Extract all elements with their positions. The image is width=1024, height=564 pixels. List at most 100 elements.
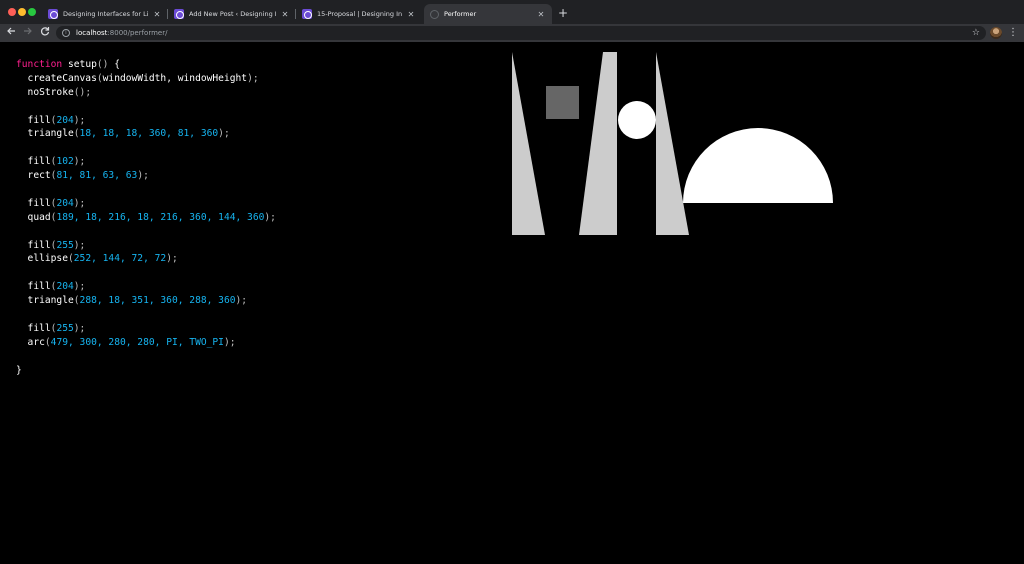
code-token: ); (73, 322, 86, 334)
code-line: arc(479, 300, 280, 280, PI, TWO_PI); (16, 336, 276, 350)
code-token: (); (73, 86, 92, 98)
code-token: noStroke (16, 86, 74, 98)
code-line: fill(204); (16, 114, 276, 128)
code-line: function setup() { (16, 58, 276, 72)
close-tab-icon[interactable]: ✕ (280, 10, 290, 19)
code-token: fill (16, 281, 51, 293)
code-token: () (96, 59, 109, 70)
url-text[interactable]: localhost:8000/performer/ (76, 26, 167, 40)
code-token: triangle (16, 295, 74, 307)
close-tab-icon[interactable]: ✕ (536, 10, 546, 19)
url-path: :8000/performer/ (107, 29, 168, 37)
close-tab-icon[interactable]: ✕ (152, 10, 162, 19)
code-token: fill (16, 156, 51, 168)
code-number: 252, 144, 72, 72 (73, 253, 167, 265)
code-line: fill(102); (16, 155, 276, 169)
code-line: ellipse(252, 144, 72, 72); (16, 252, 276, 266)
code-line: triangle(18, 18, 18, 360, 81, 360); (16, 127, 276, 141)
code-token: ); (73, 197, 86, 209)
code-token: ); (73, 114, 86, 126)
code-token: ); (137, 170, 149, 182)
code-line: fill(255); (16, 239, 276, 253)
address-bar[interactable]: i localhost:8000/performer/ ☆ (56, 26, 986, 40)
globe-icon (430, 9, 439, 19)
reload-button[interactable] (39, 26, 51, 40)
code-token: fill (16, 239, 51, 251)
code-number: 288, 18, 351, 360, 288, 360 (79, 295, 236, 307)
code-token: fill (16, 114, 51, 126)
back-button[interactable] (5, 26, 17, 40)
code-token: ); (218, 128, 230, 140)
site-favicon-icon (48, 9, 58, 19)
tab-title: 15-Proposal | Designing Interfac (317, 10, 402, 18)
code-token: ); (247, 72, 259, 84)
profile-avatar[interactable] (990, 27, 1002, 39)
code-number: 255 (56, 239, 74, 251)
code-token: ); (235, 295, 248, 307)
code-keyword: function (16, 59, 63, 70)
arrow-left-icon (7, 27, 15, 35)
minimize-window-button[interactable] (18, 8, 26, 16)
code-token: fill (16, 197, 51, 209)
arrow-right-icon (24, 27, 32, 35)
code-token: rect (16, 170, 51, 182)
browser-toolbar: i localhost:8000/performer/ ☆ ⋮ (0, 24, 1024, 42)
code-number: 204 (56, 197, 74, 209)
sketch-canvas (512, 52, 833, 235)
star-icon[interactable]: ☆ (972, 26, 980, 40)
code-number: 189, 18, 216, 18, 216, 360, 144, 360 (56, 211, 265, 223)
code-line: fill(204); (16, 197, 276, 211)
new-tab-button[interactable]: + (558, 6, 568, 20)
code-line: fill(204); (16, 280, 276, 294)
maximize-window-button[interactable] (28, 8, 36, 16)
tab-strip: Designing Interfaces for Live Pe ✕ Add N… (0, 0, 1024, 24)
reload-icon (40, 27, 50, 36)
code-number: 81, 81, 63, 63 (56, 170, 138, 182)
tab-designing-interfaces[interactable]: Designing Interfaces for Live Pe ✕ (42, 4, 168, 24)
code-number: 255 (56, 322, 74, 334)
code-token: ellipse (16, 253, 68, 265)
code-token: fill (16, 322, 51, 334)
code-number: 102 (56, 156, 74, 168)
tab-title: Performer (444, 10, 477, 18)
info-icon[interactable]: i (62, 29, 70, 37)
url-host: localhost (76, 29, 108, 37)
site-favicon-icon (174, 9, 184, 19)
code-token: windowWidth, windowHeight (102, 72, 248, 84)
tab-performer[interactable]: Performer ✕ (424, 4, 552, 24)
tab-title: Designing Interfaces for Live Pe (63, 10, 148, 18)
triangle-shape-left (512, 52, 545, 235)
ellipse-shape (618, 101, 656, 139)
code-number: 18, 18, 18, 360, 81, 360 (79, 128, 219, 140)
code-token: ); (73, 156, 86, 168)
code-token: } (16, 364, 22, 376)
code-token: ); (264, 211, 276, 223)
code-token: ); (73, 281, 86, 293)
code-line: fill(255); (16, 322, 276, 336)
tab-add-new-post[interactable]: Add New Post ‹ Designing Interf ✕ (168, 4, 296, 24)
code-token: triangle (16, 128, 74, 140)
close-window-button[interactable] (8, 8, 16, 16)
code-number: 479, 300, 280, 280, PI, TWO_PI (50, 336, 224, 348)
code-number: 204 (56, 281, 74, 293)
code-line: triangle(288, 18, 351, 360, 288, 360); (16, 294, 276, 308)
kebab-menu-icon[interactable]: ⋮ (1008, 26, 1018, 40)
site-favicon-icon (302, 9, 312, 19)
code-token: ); (223, 336, 236, 348)
forward-button[interactable] (22, 26, 34, 40)
code-line: rect(81, 81, 63, 63); (16, 169, 276, 183)
triangle-shape-right (656, 52, 689, 235)
code-line: createCanvas(windowWidth, windowHeight); (16, 72, 276, 86)
close-tab-icon[interactable]: ✕ (406, 10, 416, 19)
code-token: ); (166, 253, 178, 265)
tab-15-proposal[interactable]: 15-Proposal | Designing Interfac ✕ (296, 4, 422, 24)
code-line: quad(189, 18, 216, 18, 216, 360, 144, 36… (16, 211, 276, 225)
code-token: createCanvas (16, 72, 97, 84)
